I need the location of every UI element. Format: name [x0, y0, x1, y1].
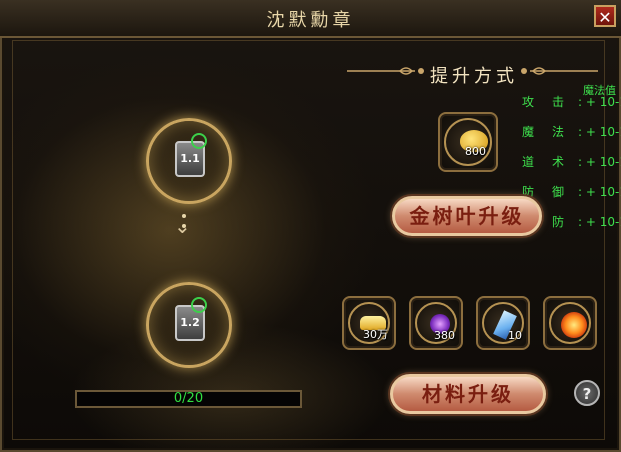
medal-tag-icon: 1.1: [175, 133, 207, 177]
material-count: 30万: [363, 328, 388, 341]
stat-row-defense: 防御: + 10-1: [522, 185, 621, 199]
material-slot[interactable]: [543, 296, 597, 350]
current-medal[interactable]: 1.1: [146, 118, 232, 204]
chevron-down-icon: ⌄: [174, 214, 191, 238]
material-slot[interactable]: 30万: [342, 296, 396, 350]
progress-bar: 0/20: [75, 390, 302, 408]
gold-leaf-count: 800: [465, 145, 486, 158]
material-upgrade-button[interactable]: 材料升级: [390, 374, 546, 414]
stat-row-tao: 道术: + 10-1: [522, 155, 621, 169]
stat-row-magic: 魔法: + 10-1: [522, 125, 621, 139]
close-button[interactable]: ✕: [594, 5, 616, 27]
gold-leaf-slot[interactable]: 800: [438, 112, 498, 172]
title-bar: 沈默勳章 ✕: [0, 0, 621, 38]
window-title: 沈默勳章: [266, 10, 355, 31]
next-medal[interactable]: 1.2: [146, 282, 232, 368]
medal-window: 沈默勳章 ✕ 1.1 ⌄ 1.2 0/20 提升方式 魔法值 攻击: + 10-…: [0, 0, 621, 452]
material-slot[interactable]: 380: [409, 296, 463, 350]
material-slot[interactable]: 10: [476, 296, 530, 350]
material-count: 10: [508, 329, 522, 342]
left-flourish-icon: [347, 67, 424, 75]
stat-row-attack: 攻击: + 10-1: [522, 95, 621, 109]
fire-orb-icon: [561, 312, 587, 338]
gold-leaf-upgrade-button[interactable]: 金树叶升级: [392, 196, 542, 236]
material-count: 380: [434, 329, 455, 342]
next-medal-level: 1.2: [180, 316, 200, 329]
medal-tag-icon: 1.2: [175, 297, 207, 341]
help-button[interactable]: ?: [574, 380, 600, 406]
progress-text: 0/20: [173, 391, 204, 406]
right-flourish-icon: [521, 67, 598, 75]
current-medal-level: 1.1: [180, 152, 200, 165]
upgrade-methods-header: 提升方式: [430, 66, 518, 87]
